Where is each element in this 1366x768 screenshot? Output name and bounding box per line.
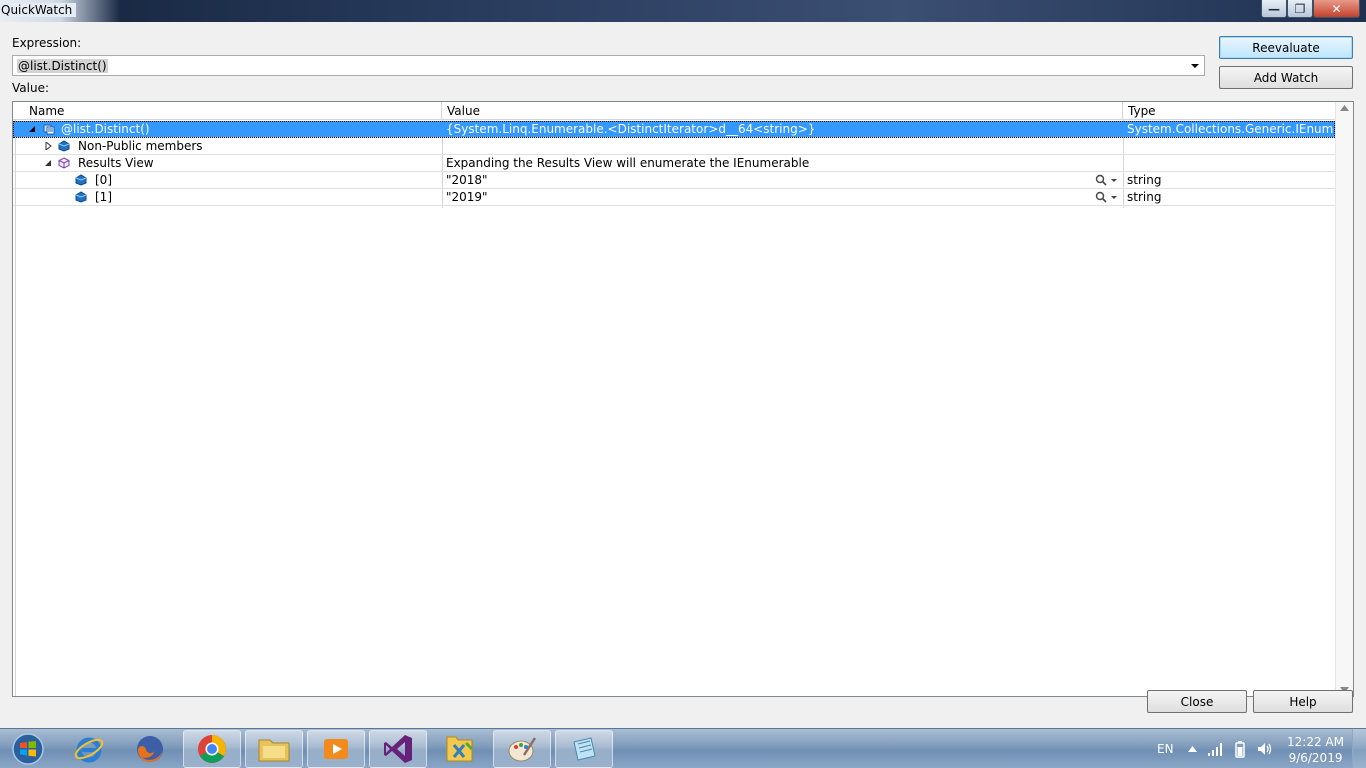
column-header-type[interactable]: Type <box>1123 102 1335 120</box>
table-row[interactable]: [0] "2018" string <box>13 172 1335 189</box>
file-explorer-icon <box>258 739 290 762</box>
table-row[interactable]: Non-Public members <box>13 138 1335 155</box>
table-row[interactable]: [1] "2019" string <box>13 189 1335 206</box>
notepad-icon <box>573 737 596 761</box>
grid-header: Name Value Type <box>13 102 1335 120</box>
row-type: System.Collections.Generic.IEnumera... <box>1127 122 1333 136</box>
column-header-name[interactable]: Name <box>24 102 442 120</box>
start-button[interactable] <box>0 730 56 768</box>
battery-icon[interactable] <box>1234 740 1246 758</box>
field-icon <box>75 191 87 203</box>
column-header-value[interactable]: Value <box>442 102 1123 120</box>
help-button[interactable]: Help <box>1253 690 1353 713</box>
show-desktop-button[interactable] <box>1352 729 1366 768</box>
row-value: "2018" <box>446 173 488 187</box>
chevron-down-icon[interactable] <box>1189 60 1201 72</box>
xml-tool-icon <box>446 736 474 762</box>
clock-time: 12:22 AM <box>1287 735 1344 749</box>
system-clock[interactable]: 12:22 AM 9/6/2019 <box>1287 734 1344 766</box>
window-title: QuickWatch <box>1 3 77 17</box>
row-name: [1] <box>95 190 112 204</box>
row-value: {System.Linq.Enumerable.<DistinctIterato… <box>446 122 816 136</box>
reevaluate-button[interactable]: Reevaluate <box>1219 36 1353 59</box>
expanded-arrow-icon[interactable] <box>28 125 36 133</box>
row-type <box>1127 155 1333 172</box>
chrome-icon <box>198 735 226 763</box>
field-icon <box>58 140 70 152</box>
row-value: "2019" <box>446 190 488 204</box>
row-name: Non-Public members <box>78 139 203 153</box>
expression-input[interactable]: @list.Distinct() <box>17 59 108 73</box>
taskbar: EN 12:22 AM 9/6/2019 <box>0 728 1366 768</box>
firefox-icon <box>137 736 163 763</box>
row-value <box>446 138 1120 155</box>
taskbar-xml-tool[interactable] <box>431 730 489 768</box>
row-type: string <box>1127 173 1162 187</box>
minimize-icon: — <box>1268 1 1280 16</box>
row-name: [0] <box>95 173 112 187</box>
close-window-button[interactable]: ✕ <box>1313 0 1360 18</box>
taskbar-paint[interactable] <box>493 730 551 768</box>
expression-combobox[interactable]: @list.Distinct() <box>12 55 1205 76</box>
field-icon <box>75 174 87 186</box>
scroll-up-icon[interactable] <box>1340 105 1349 111</box>
row-name: Results View <box>78 156 154 170</box>
show-hidden-icons-icon[interactable] <box>1188 745 1197 753</box>
collapsed-arrow-icon[interactable] <box>44 142 52 150</box>
row-type <box>1127 138 1333 155</box>
taskbar-chrome[interactable] <box>183 730 241 768</box>
taskbar-visual-studio[interactable] <box>369 730 427 768</box>
watch-grid[interactable]: Name Value Type @list.Distinct() {System… <box>12 101 1354 697</box>
magnifier-icon[interactable] <box>1095 174 1119 187</box>
table-row[interactable]: @list.Distinct() {System.Linq.Enumerable… <box>13 121 1335 138</box>
volume-icon[interactable] <box>1256 740 1274 758</box>
taskbar-media-player[interactable] <box>307 730 365 768</box>
taskbar-firefox[interactable] <box>121 730 179 768</box>
value-label: Value: <box>12 81 49 95</box>
taskbar-notepad[interactable] <box>555 730 613 768</box>
expanded-arrow-icon[interactable] <box>44 159 52 167</box>
media-player-icon <box>324 739 348 759</box>
row-name: @list.Distinct() <box>61 122 150 136</box>
maximize-icon: ❐ <box>1294 1 1306 16</box>
magnifier-icon[interactable] <box>1095 191 1119 204</box>
add-watch-button[interactable]: Add Watch <box>1219 66 1353 89</box>
start-orb <box>12 733 44 765</box>
results-view-icon <box>58 157 70 169</box>
title-bar: QuickWatch — ❐ ✕ <box>0 0 1366 22</box>
minimize-button[interactable]: — <box>1261 0 1287 18</box>
language-indicator[interactable]: EN <box>1157 729 1174 768</box>
clock-date: 9/6/2019 <box>1288 751 1343 765</box>
table-row[interactable]: Results View Expanding the Results View … <box>13 155 1335 172</box>
internet-explorer-icon <box>74 737 104 763</box>
quickwatch-dialog: Expression: @list.Distinct() Value: Reev… <box>0 22 1366 728</box>
enumerable-icon <box>43 124 55 135</box>
expression-label: Expression: <box>12 36 82 50</box>
close-icon: ✕ <box>1331 1 1342 16</box>
network-icon[interactable] <box>1207 741 1225 757</box>
close-button[interactable]: Close <box>1147 690 1247 713</box>
vertical-scrollbar[interactable] <box>1335 102 1353 696</box>
row-value: Expanding the Results View will enumerat… <box>446 156 810 170</box>
taskbar-internet-explorer[interactable] <box>60 730 118 768</box>
maximize-button[interactable]: ❐ <box>1287 0 1313 18</box>
visual-studio-icon <box>384 735 412 763</box>
row-type: string <box>1127 190 1162 204</box>
taskbar-file-explorer[interactable] <box>245 730 303 768</box>
paint-icon <box>508 737 537 762</box>
